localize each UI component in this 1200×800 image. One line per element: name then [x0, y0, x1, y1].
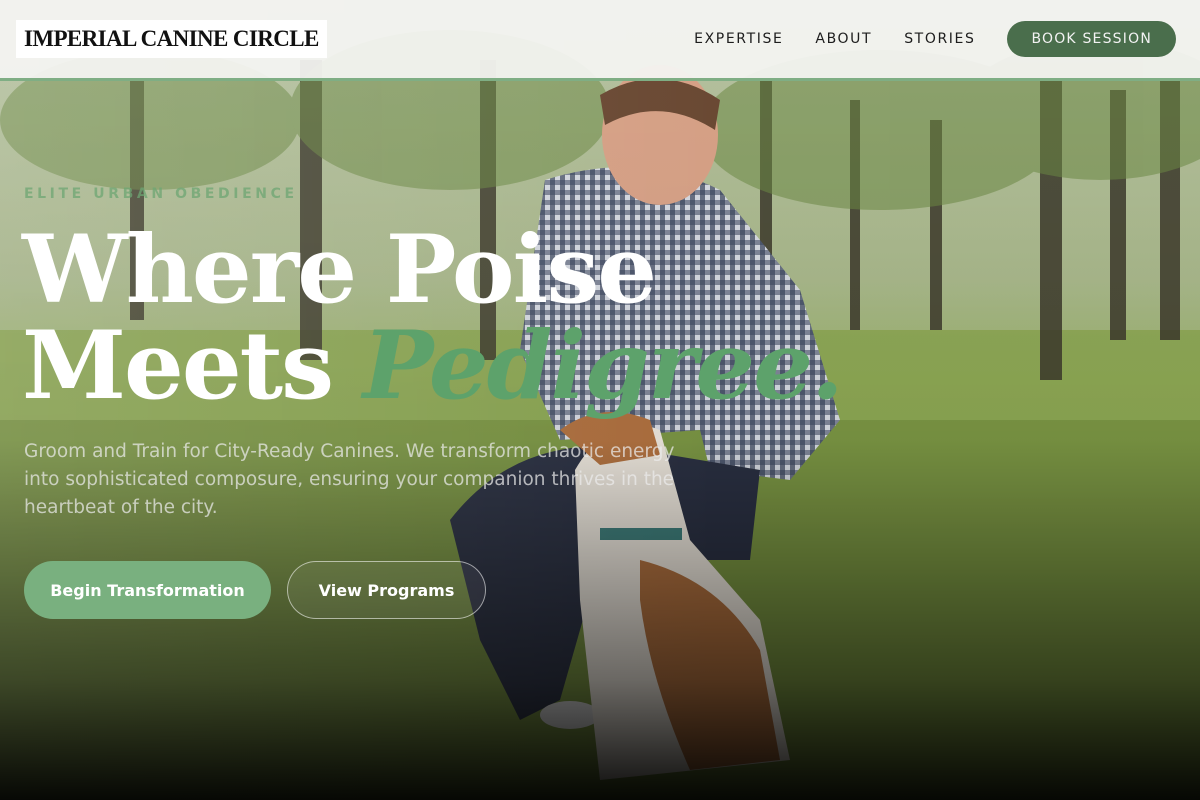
- headline-line-1: Where Poise: [22, 215, 657, 325]
- hero-headline: Where Poise Meets Pedigree.: [22, 222, 844, 414]
- nav-link-expertise[interactable]: EXPERTISE: [694, 31, 783, 47]
- site-header: IMPERIAL CANINE CIRCLE EXPERTISE ABOUT S…: [0, 0, 1200, 81]
- main-nav: EXPERTISE ABOUT STORIES BOOK SESSION: [662, 21, 1176, 57]
- hero-eyebrow: ELITE URBAN OBEDIENCE: [24, 186, 298, 202]
- nav-link-stories[interactable]: STORIES: [904, 31, 975, 47]
- hero-subtitle: Groom and Train for City-Ready Canines. …: [24, 441, 675, 518]
- brand-logo[interactable]: IMPERIAL CANINE CIRCLE: [16, 20, 327, 58]
- begin-transformation-button[interactable]: Begin Transformation: [24, 561, 271, 619]
- view-programs-button[interactable]: View Programs: [287, 561, 486, 619]
- headline-accent-word: Pedigree.: [362, 311, 844, 421]
- headline-line-2-plain: Meets: [22, 311, 363, 421]
- book-session-button[interactable]: BOOK SESSION: [1007, 21, 1176, 57]
- nav-link-about[interactable]: ABOUT: [815, 31, 872, 47]
